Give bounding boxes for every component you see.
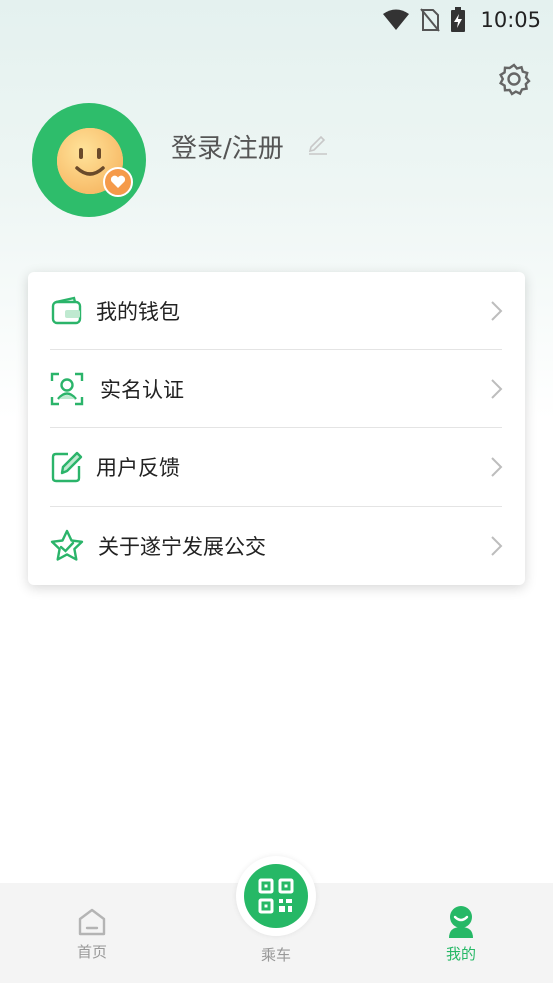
gear-icon (499, 63, 531, 96)
ride-qr-button[interactable] (244, 864, 308, 928)
wallet-icon (51, 296, 82, 325)
ride-qr-button-outer (236, 856, 316, 936)
nav-label-ride: 乘车 (260, 946, 291, 964)
menu-item-feedback[interactable]: 用户反馈 (28, 428, 525, 506)
feedback-icon (51, 451, 83, 483)
status-time: 10:05 (480, 8, 541, 32)
chevron-right-icon (491, 301, 503, 321)
nav-label-home: 首页 (76, 943, 107, 961)
pencil-edit-icon[interactable] (306, 133, 330, 157)
nav-tab-home[interactable]: 首页 (32, 883, 152, 983)
no-sim-icon (420, 8, 441, 32)
qr-code-icon (258, 878, 294, 914)
menu-item-real-name[interactable]: 实名认证 (28, 350, 525, 428)
menu-item-about[interactable]: 关于遂宁发展公交 (28, 507, 525, 585)
menu-item-label: 用户反馈 (96, 456, 180, 480)
menu-item-label: 我的钱包 (96, 300, 180, 324)
chevron-right-icon (491, 457, 503, 477)
user-icon (449, 906, 473, 938)
avatar[interactable] (32, 103, 146, 217)
star-badge-icon (50, 529, 84, 561)
nav-label-mine: 我的 (445, 945, 476, 963)
menu-item-label: 实名认证 (100, 378, 184, 402)
login-register-link[interactable]: 登录/注册 (171, 128, 284, 165)
chevron-right-icon (491, 379, 503, 399)
id-verify-icon (50, 372, 84, 406)
home-icon (78, 908, 106, 936)
heart-badge (103, 167, 133, 197)
menu-card: 我的钱包 实名认证 用户反馈 关于遂宁发展公交 (28, 272, 525, 585)
battery-charging-icon (450, 7, 466, 33)
settings-button[interactable] (496, 61, 532, 97)
chevron-right-icon (491, 536, 503, 556)
heart-icon (110, 175, 126, 188)
wifi-icon (382, 9, 410, 31)
menu-item-label: 关于遂宁发展公交 (98, 535, 266, 559)
status-bar: 10:05 (0, 0, 553, 40)
nav-tab-mine[interactable]: 我的 (401, 883, 521, 983)
menu-item-wallet[interactable]: 我的钱包 (28, 272, 525, 350)
